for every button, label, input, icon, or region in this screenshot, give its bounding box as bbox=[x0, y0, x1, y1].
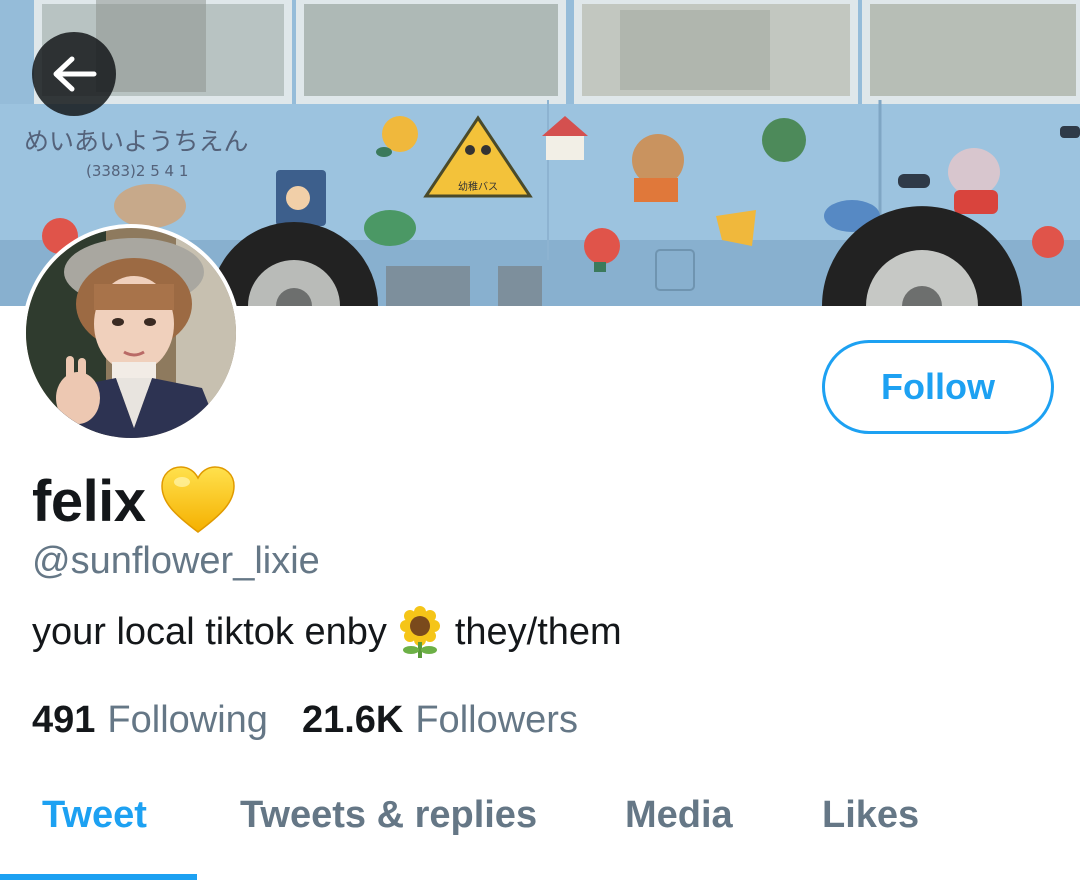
display-name-row: felix bbox=[32, 462, 236, 540]
tab-tweets-and-replies[interactable]: Tweets & replies bbox=[240, 794, 537, 837]
back-button[interactable] bbox=[32, 32, 116, 116]
tab-media[interactable]: Media bbox=[625, 794, 733, 837]
follow-stats: 491 Following 21.6K Followers bbox=[32, 694, 578, 746]
followers-stat[interactable]: 21.6K Followers bbox=[302, 699, 578, 742]
tab-tweet[interactable]: Tweet bbox=[42, 794, 147, 837]
avatar-image bbox=[26, 228, 236, 438]
svg-text:(3383)2 5 4 1: (3383)2 5 4 1 bbox=[86, 162, 188, 180]
profile-bio: your local tiktok enby they/them bbox=[32, 604, 622, 660]
followers-count: 21.6K bbox=[301, 698, 404, 741]
follow-button-label: Follow bbox=[881, 366, 995, 407]
display-name: felix bbox=[32, 468, 146, 534]
yellow-heart-icon bbox=[160, 466, 235, 533]
following-count: 491 bbox=[32, 698, 96, 741]
following-stat[interactable]: 491 Following bbox=[32, 699, 268, 742]
arrow-left-icon bbox=[53, 56, 97, 92]
bio-text-after: they/them bbox=[454, 610, 622, 653]
sunflower-icon bbox=[399, 606, 440, 658]
svg-text:めいあいようちえん: めいあいようちえん bbox=[24, 127, 249, 156]
followers-label: Followers bbox=[415, 698, 578, 741]
profile-handle: @sunflower_lixie bbox=[32, 540, 320, 582]
tab-likes[interactable]: Likes bbox=[822, 794, 919, 837]
svg-text:幼稚バス: 幼稚バス bbox=[458, 180, 498, 193]
avatar[interactable] bbox=[22, 224, 240, 442]
bio-text-before: your local tiktok enby bbox=[32, 610, 387, 653]
follow-button[interactable]: Follow bbox=[822, 340, 1054, 434]
profile-tabs: Tweet Tweets & replies Media Likes bbox=[0, 780, 1080, 883]
following-label: Following bbox=[107, 698, 268, 741]
active-tab-indicator bbox=[0, 874, 197, 880]
